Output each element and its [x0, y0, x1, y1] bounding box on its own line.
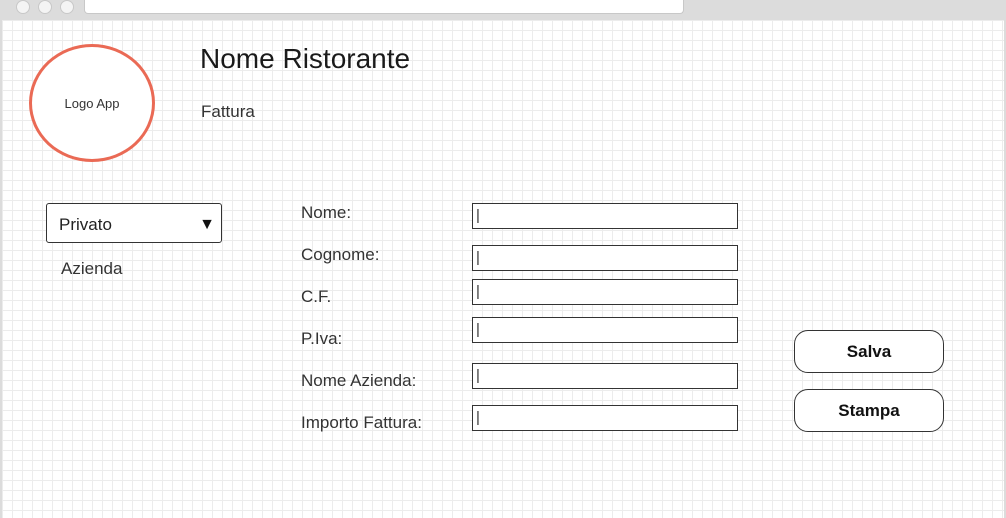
cf-input[interactable]: |	[472, 279, 738, 305]
piva-input[interactable]: |	[472, 317, 738, 343]
cognome-input[interactable]: |	[472, 245, 738, 271]
nome-label: Nome:	[301, 203, 352, 222]
nome-azienda-input[interactable]: |	[472, 363, 738, 389]
browser-window: Logo App Nome Ristorante Fattura Privato…	[0, 0, 1006, 518]
logo-label: Logo App	[64, 95, 120, 111]
client-type-select[interactable]: Privato ▼	[46, 203, 222, 243]
nome-input[interactable]: |	[472, 203, 738, 229]
print-button[interactable]: Stampa	[794, 389, 944, 432]
window-minimize-dot[interactable]	[38, 0, 52, 14]
app-logo: Logo App	[29, 44, 155, 162]
browser-titlebar	[2, 0, 1006, 20]
restaurant-name: Nome Ristorante	[200, 43, 411, 74]
page-subtitle: Fattura	[201, 102, 255, 121]
save-button[interactable]: Salva	[794, 330, 944, 373]
importo-fattura-label: Importo Fattura:	[301, 413, 422, 432]
client-type-selected: Privato	[59, 215, 112, 234]
cf-label: C.F.	[301, 287, 332, 306]
window-close-dot[interactable]	[16, 0, 30, 14]
nome-azienda-label: Nome Azienda:	[301, 371, 417, 390]
address-bar[interactable]	[84, 0, 684, 14]
client-type-option-azienda[interactable]: Azienda	[61, 259, 122, 279]
importo-fattura-input[interactable]: |	[472, 405, 738, 431]
cognome-label: Cognome:	[301, 245, 380, 264]
window-maximize-dot[interactable]	[60, 0, 74, 14]
piva-label: P.Iva:	[301, 329, 343, 348]
dropdown-caret-icon: ▼	[199, 216, 215, 233]
